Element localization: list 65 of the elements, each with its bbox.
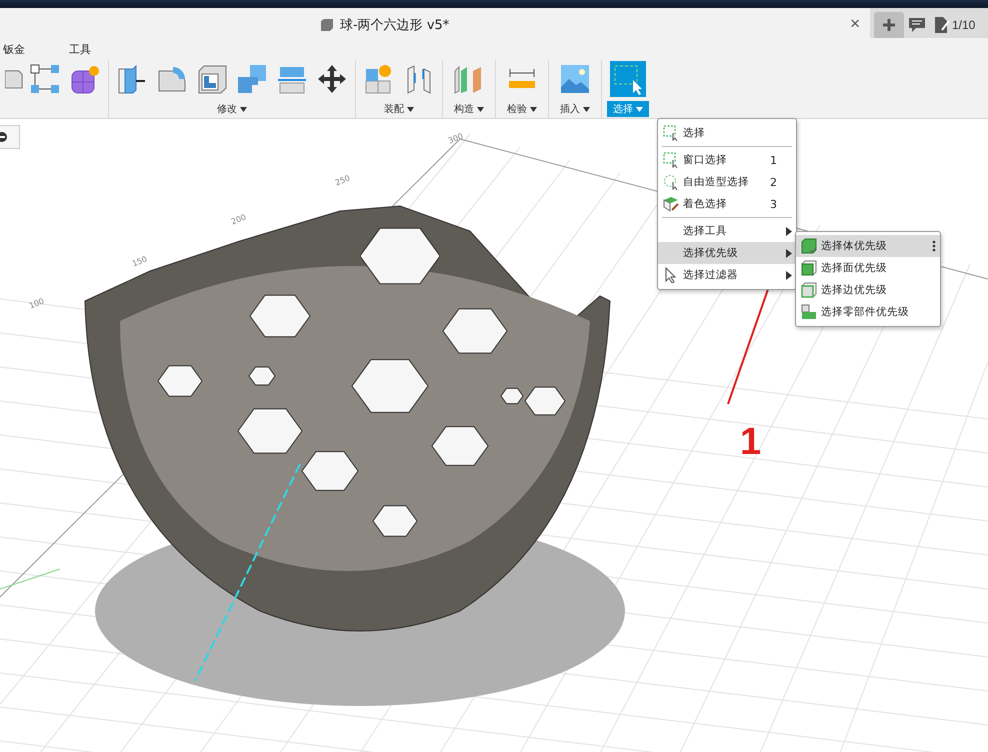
menu-item[interactable]: 选择体优先级	[796, 235, 940, 257]
group-menu-button[interactable]: 检验	[501, 101, 543, 117]
selection-box-icon	[612, 63, 644, 95]
cube-star-icon	[69, 63, 101, 95]
sketch-icon	[29, 63, 61, 95]
pointer-icon	[663, 267, 679, 283]
menu-item[interactable]: 选择边优先级	[796, 279, 940, 301]
grid-tick-label: 150	[130, 254, 148, 269]
plus-icon	[882, 18, 896, 32]
cube-check-icon	[801, 238, 817, 254]
cube-edge-icon	[801, 282, 817, 298]
close-button[interactable]: ×	[846, 14, 864, 34]
shell-icon	[196, 63, 228, 95]
menu-item[interactable]: 自由造型选择 2	[658, 171, 796, 193]
menu-item[interactable]: 选择过滤器	[658, 264, 796, 286]
cube-icon	[320, 18, 334, 32]
grid-tick-label: 200	[230, 212, 248, 227]
caret-icon	[407, 106, 414, 112]
grid-tick-label: 100	[28, 296, 46, 311]
caret-icon	[477, 106, 484, 112]
paint-select-icon	[663, 196, 679, 212]
image-icon	[559, 63, 591, 95]
group-menu-button[interactable]: 插入	[554, 101, 596, 117]
new-tab-button[interactable]	[874, 12, 904, 38]
toolbar-tab-label[interactable]: 钣金	[3, 42, 25, 56]
submenu-arrow-icon	[786, 226, 792, 236]
document-tab[interactable]: 球-两个六边形 v5* ×	[0, 8, 870, 38]
menu-item[interactable]: 选择面优先级	[796, 257, 940, 279]
box-select-icon	[663, 125, 679, 141]
axis-line	[0, 568, 60, 590]
caret-icon	[530, 106, 537, 112]
group-menu-button[interactable]: 构造	[448, 101, 490, 117]
group-menu-button[interactable]: 装配	[378, 101, 420, 117]
move-icon	[316, 63, 348, 95]
menu-item[interactable]: 选择优先级	[658, 242, 796, 264]
cube-face-icon	[801, 260, 817, 276]
submenu-arrow-icon	[786, 248, 792, 258]
menu-item[interactable]: 窗口选择 1	[658, 149, 796, 171]
shortcut-key: 3	[770, 198, 792, 210]
grid-tick-label: 250	[334, 173, 352, 188]
document-title: 球-两个六边形 v5*	[320, 16, 450, 34]
document-pencil-icon	[934, 16, 950, 34]
grid-tick-label: 300	[446, 131, 464, 146]
shortcut-key: 2	[770, 176, 792, 188]
menu-item[interactable]: 选择工具	[658, 220, 796, 242]
caret-icon	[240, 106, 247, 112]
navigation-widget[interactable]	[0, 125, 20, 149]
components-icon	[801, 304, 817, 320]
group-menu-button[interactable]: 修改	[211, 101, 253, 117]
menu-item[interactable]: 选择	[658, 122, 796, 144]
box-select-icon	[663, 152, 679, 168]
caret-icon	[583, 106, 590, 112]
combine-icon	[236, 63, 268, 95]
menu-item[interactable]: 选择零部件优先级	[796, 301, 940, 323]
caret-icon	[636, 106, 643, 112]
submenu-arrow-icon	[786, 270, 792, 280]
job-status-button[interactable]: 1/10	[930, 12, 980, 38]
menu-item[interactable]: 着色选择 3	[658, 193, 796, 215]
speech-bubble-icon	[908, 17, 926, 33]
toolbar-tab-label[interactable]: 工具	[69, 42, 91, 56]
more-options-icon	[932, 240, 936, 252]
lasso-select-icon	[663, 174, 679, 190]
press-pull-icon	[116, 63, 148, 95]
shortcut-key: 1	[770, 154, 792, 166]
annotation-number: 1	[740, 421, 762, 464]
